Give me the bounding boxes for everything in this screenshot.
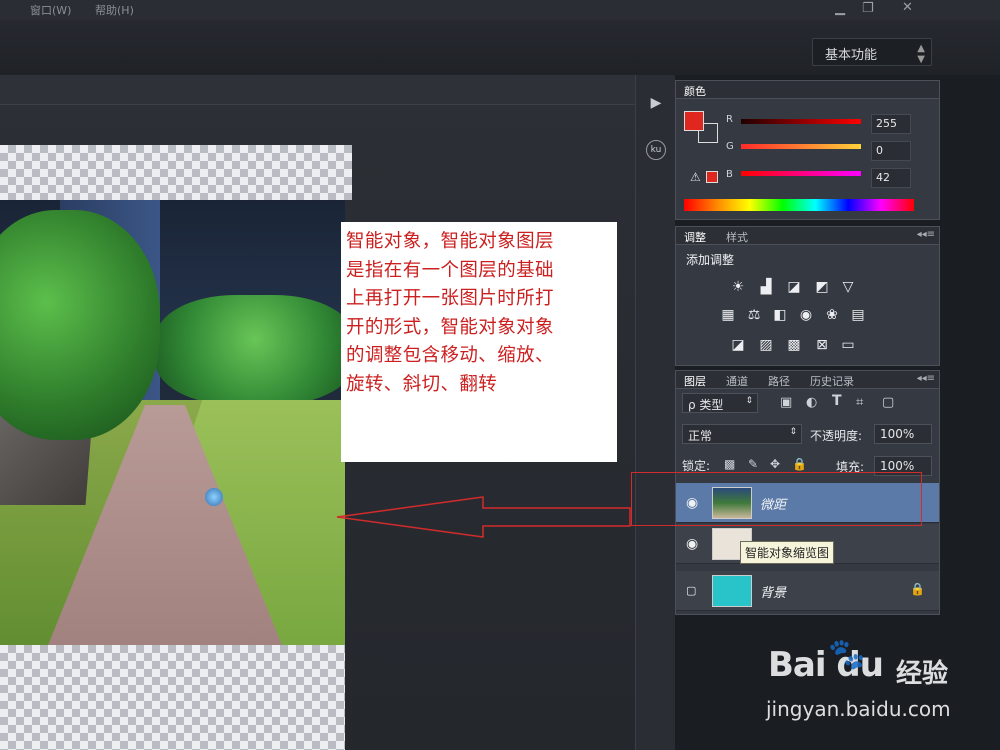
lock-all-icon[interactable]: 🔒 (792, 457, 807, 471)
menu-window[interactable]: 窗口(W) (30, 2, 71, 18)
opacity-input[interactable]: 100% (874, 424, 932, 444)
callout-text: 智能对象，智能对象图层 是指在有一个图层的基础 上再打开一张图片时所打 开的形式… (346, 231, 554, 395)
garden-path-photo (0, 200, 345, 645)
levels-icon[interactable]: ▟ (756, 279, 776, 297)
tab-history[interactable]: 历史记录 (810, 373, 854, 389)
tooltip: 智能对象缩览图 (740, 541, 835, 564)
color-panel-tabs: 颜色 (676, 81, 939, 99)
baidu-watermark: 🐾 Bai du 经验 jingyan.baidu.com (766, 637, 951, 721)
pixel-filter-icon[interactable]: ▣ (780, 395, 792, 410)
highlight-rectangle (631, 472, 922, 526)
g-label: G (726, 141, 734, 152)
visibility-box-icon[interactable]: ▢ (686, 584, 696, 597)
annotation-callout: 智能对象，智能对象图层 是指在有一个图层的基础 上再打开一张图片时所打 开的形式… (341, 222, 617, 462)
tab-channels[interactable]: 通道 (726, 373, 748, 389)
baidu-url: jingyan.baidu.com (766, 697, 951, 721)
channel-mixer-icon[interactable]: ❀ (822, 307, 842, 325)
exposure-icon[interactable]: ◩ (812, 279, 832, 297)
color-balance-icon[interactable]: ⚖ (744, 307, 764, 325)
menu-bar: 窗口(W) 帮助(H) ▁ ❐ ✕ (0, 0, 1000, 20)
gradient-map-icon[interactable]: ▭ (838, 337, 858, 355)
smart-object-filter-icon[interactable]: ▢ (882, 395, 894, 410)
restore-icon[interactable]: ❐ (862, 1, 874, 16)
shape-filter-icon[interactable]: ⌗ (856, 395, 863, 410)
r-value[interactable]: 255 (871, 114, 911, 134)
layers-panel-menu-icon[interactable]: ◂◂≡ (917, 373, 935, 384)
tab-adjustments[interactable]: 调整 (684, 229, 706, 245)
eye-icon[interactable]: ◉ (686, 536, 698, 552)
background-thumbnail[interactable] (712, 575, 752, 607)
close-icon[interactable]: ✕ (902, 0, 913, 15)
r-label: R (726, 114, 733, 125)
black-white-icon[interactable]: ◧ (770, 307, 790, 325)
b-value[interactable]: 42 (871, 168, 911, 188)
layers-panel-tabs: 图层 通道 路径 历史记录 ◂◂≡ (676, 371, 939, 389)
play-icon[interactable]: ▶ (646, 95, 666, 115)
transparent-area-bottom (0, 645, 345, 750)
gamut-swatch[interactable] (706, 171, 718, 183)
baidu-paw-icon: 🐾 (828, 637, 866, 672)
pointer-arrow (336, 496, 631, 538)
invert-icon[interactable]: ◪ (728, 337, 748, 355)
blend-mode-select[interactable]: 正常 ⇕ (682, 424, 802, 444)
opacity-label: 不透明度: (810, 429, 863, 443)
adjustment-filter-icon[interactable]: ◐ (806, 395, 817, 410)
workspace-value: 基本功能 (825, 48, 878, 63)
panel-menu-icon[interactable]: ◂◂≡ (917, 229, 935, 240)
menu-help[interactable]: 帮助(H) (95, 2, 134, 18)
r-slider[interactable] (741, 119, 861, 124)
kuler-icon[interactable]: ku (646, 140, 666, 160)
warning-icon: ⚠ (690, 170, 701, 184)
updown-icon: ⇕ (745, 396, 753, 406)
g-slider[interactable] (741, 144, 861, 149)
threshold-icon[interactable]: ▩ (784, 337, 804, 355)
lock-position-icon[interactable]: ✥ (770, 457, 780, 471)
adjust-panel-tabs: 调整 样式 ◂◂≡ (676, 227, 939, 245)
b-label: B (726, 169, 733, 180)
curves-icon[interactable]: ◪ (784, 279, 804, 297)
adjustments-panel: 调整 样式 ◂◂≡ 添加调整 ☀ ▟ ◪ ◩ ▽ ▦ ⚖ ◧ ◉ ❀ ▤ ◪ ▨… (675, 226, 940, 366)
hue-saturation-icon[interactable]: ▦ (718, 307, 738, 325)
add-adjustment-title: 添加调整 (686, 253, 735, 267)
photo-filter-icon[interactable]: ◉ (796, 307, 816, 325)
tab-paths[interactable]: 路径 (768, 373, 790, 389)
tab-color[interactable]: 颜色 (684, 83, 706, 99)
updown-icon: ▲ ▼ (917, 43, 925, 65)
color-spectrum[interactable] (684, 199, 914, 211)
layer-row[interactable]: ▢ 背景 🔒 (676, 571, 939, 611)
updown-icon: ⇕ (789, 427, 797, 437)
color-lookup-icon[interactable]: ▤ (848, 307, 868, 325)
type-filter-icon[interactable]: T (832, 393, 842, 409)
transparent-area-top (0, 145, 352, 200)
g-value[interactable]: 0 (871, 141, 911, 161)
baidu-brand: Bai du (768, 645, 884, 685)
baidu-product: 经验 (896, 659, 949, 689)
lock-pixels-icon[interactable]: ✎ (748, 457, 758, 471)
document-tab-bar (0, 75, 635, 105)
posterize-icon[interactable]: ▨ (756, 337, 776, 355)
foreground-color-swatch[interactable] (684, 111, 704, 131)
tab-layers[interactable]: 图层 (684, 373, 706, 389)
tab-styles[interactable]: 样式 (726, 229, 748, 245)
brightness-icon[interactable]: ☀ (728, 279, 748, 297)
panel-dock-strip: ▶ ku (635, 75, 675, 750)
lock-icon: 🔒 (910, 582, 925, 596)
vibrance-icon[interactable]: ▽ (838, 279, 858, 297)
lock-transparency-icon[interactable]: ▩ (724, 457, 735, 471)
minimize-icon[interactable]: ▁ (835, 1, 845, 16)
selective-color-icon[interactable]: ⊠ (812, 337, 832, 355)
layer-filter-select[interactable]: ρ 类型 ⇕ (682, 393, 758, 413)
color-panel: 颜色 ⚠ R 255 G 0 B 42 (675, 80, 940, 220)
layer-name[interactable]: 背景 (760, 582, 786, 601)
workspace-select[interactable]: 基本功能 ▲ ▼ (812, 38, 932, 66)
b-slider[interactable] (741, 171, 861, 176)
